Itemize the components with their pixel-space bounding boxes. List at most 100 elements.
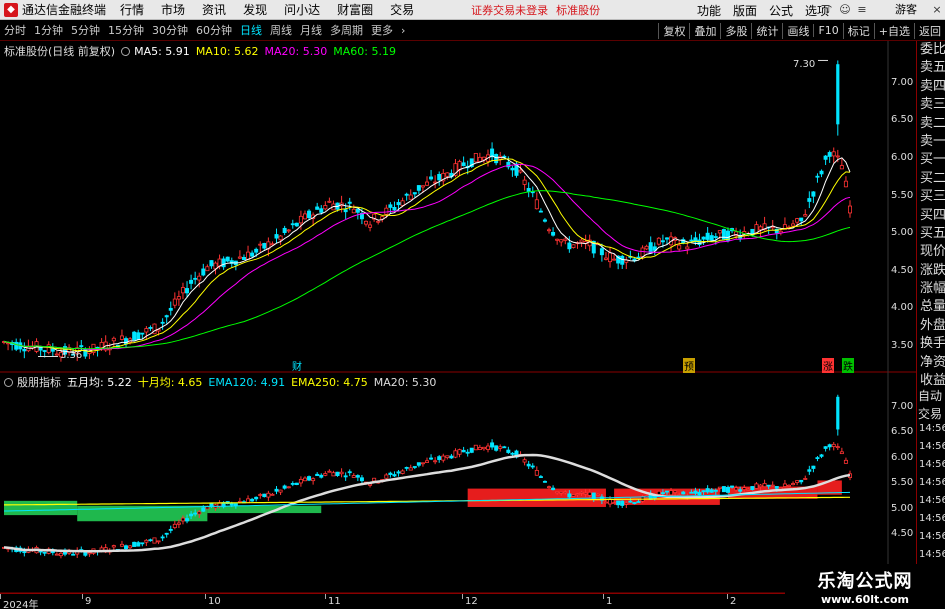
side-item-ask2[interactable]: 卖二: [917, 115, 945, 133]
menu-item-market[interactable]: 市场: [161, 1, 185, 18]
login-status[interactable]: 证券交易未登录: [471, 2, 548, 18]
sub-candle-body: [807, 469, 812, 472]
settings-icon[interactable]: ≡: [855, 0, 869, 20]
side-item-bid5[interactable]: 买五: [917, 225, 945, 243]
period-30min[interactable]: 30分钟: [148, 22, 192, 38]
sub-candle-body: [774, 486, 779, 489]
menu-item-function[interactable]: 功能: [697, 2, 721, 19]
sub-candle-body: [786, 484, 791, 487]
sub-candle-body: [335, 471, 340, 476]
bell-icon[interactable]: ♪: [822, 0, 836, 20]
price-tick: 3.50: [891, 340, 914, 351]
kline-chart[interactable]: [0, 41, 916, 593]
side-item-outer[interactable]: 外盘: [917, 317, 945, 335]
sub-candle-body: [754, 483, 759, 489]
ema120-value: EMA120: 4.91: [208, 375, 286, 389]
candle-body: [803, 214, 808, 217]
close-icon[interactable]: ×: [930, 0, 944, 20]
sub-candle-body: [412, 466, 417, 468]
trade-label[interactable]: 交易: [916, 405, 945, 423]
menu-item-ask[interactable]: 问小达: [284, 1, 320, 18]
period-1min[interactable]: 1分钟: [30, 22, 67, 38]
menu-item-formula[interactable]: 公式: [769, 2, 793, 19]
side-item-bid2[interactable]: 买二: [917, 170, 945, 188]
side-item-turnover[interactable]: 换手: [917, 335, 945, 353]
side-item-ask4[interactable]: 卖四: [917, 78, 945, 96]
tool-adjust-button[interactable]: 复权: [658, 22, 689, 39]
tool-draw-button[interactable]: 画线: [782, 22, 813, 39]
sub-candle-body: [319, 474, 324, 478]
sub-candle-body: [274, 488, 279, 492]
ema120-line: [4, 491, 851, 512]
sub-price-tick: 4.50: [891, 528, 914, 539]
tool-back-button[interactable]: 返回: [914, 22, 945, 39]
tool-f10-button[interactable]: F10: [813, 24, 842, 37]
tool-stats-button[interactable]: 统计: [751, 22, 782, 39]
watermark-title: 乐淘公式网: [817, 571, 913, 592]
auto-label[interactable]: 自动: [916, 387, 945, 405]
stock-name: 标准股份: [556, 3, 601, 17]
sub-candle-body: [469, 447, 474, 453]
guest-label[interactable]: 游客: [895, 0, 917, 20]
forecast-marker[interactable]: 预: [683, 358, 695, 373]
candle-body: [119, 335, 124, 340]
period-minute-chart[interactable]: 分时: [0, 22, 30, 38]
side-item-volume[interactable]: 总量: [917, 298, 945, 316]
period-daily[interactable]: 日线: [236, 22, 266, 38]
user-icon[interactable]: ☺: [838, 0, 852, 20]
sub-candle-body: [571, 494, 576, 497]
period-more[interactable]: 更多: [367, 22, 397, 38]
sub-candle-body: [441, 455, 446, 461]
tool-multi-stock-button[interactable]: 多股: [720, 22, 751, 39]
period-multi[interactable]: 多周期: [326, 22, 367, 38]
sub-candle-body: [172, 523, 177, 529]
period-monthly[interactable]: 月线: [296, 22, 326, 38]
sub-candle-body: [266, 492, 271, 498]
candle-body: [298, 215, 303, 224]
sub-candle-body: [547, 486, 552, 489]
side-item-change-pct[interactable]: 涨幅: [917, 280, 945, 298]
candle-body: [193, 277, 198, 280]
sub-candle-body: [388, 472, 393, 475]
sub-candle-body: [486, 445, 491, 450]
tool-add-favorite-button[interactable]: +自选: [873, 22, 914, 39]
period-15min[interactable]: 15分钟: [104, 22, 148, 38]
side-item-bid1[interactable]: 买一: [917, 151, 945, 169]
menu-item-layout[interactable]: 版面: [733, 2, 757, 19]
side-item-bid-ratio[interactable]: 委比: [917, 41, 945, 59]
ma10-value: MA10: 5.62: [195, 44, 259, 58]
period-5min[interactable]: 5分钟: [67, 22, 104, 38]
candle-body: [282, 227, 287, 233]
chevron-right-icon[interactable]: ›: [397, 24, 409, 37]
menu-item-discover[interactable]: 发现: [243, 1, 267, 18]
sub-candle-body: [286, 486, 291, 489]
menu-item-quotes[interactable]: 行情: [120, 1, 144, 18]
menu-item-news[interactable]: 资讯: [202, 1, 226, 18]
candle-body: [547, 229, 552, 232]
settings-circle-icon[interactable]: [121, 46, 131, 56]
period-60min[interactable]: 60分钟: [192, 22, 236, 38]
tool-mark-button[interactable]: 标记: [842, 22, 874, 39]
side-item-ask3[interactable]: 卖三: [917, 96, 945, 114]
side-item-bid4[interactable]: 买四: [917, 207, 945, 225]
finance-marker[interactable]: 财: [292, 358, 302, 373]
side-item-net-assets[interactable]: 净资: [917, 354, 945, 372]
side-item-price[interactable]: 现价: [917, 243, 945, 261]
side-item-bid3[interactable]: 买三: [917, 188, 945, 206]
ma5-value: MA5: 5.91: [134, 44, 190, 58]
side-item-ask5[interactable]: 卖五: [917, 59, 945, 77]
sub-candle-body: [758, 484, 763, 488]
sub-candle-body: [359, 477, 364, 482]
candle-body: [839, 165, 844, 170]
sub-candle-body: [429, 457, 434, 460]
side-item-ask1[interactable]: 卖一: [917, 133, 945, 151]
menu-item-community[interactable]: 财富圈: [337, 1, 373, 18]
limit-down-marker[interactable]: 跌: [842, 358, 854, 373]
period-weekly[interactable]: 周线: [266, 22, 296, 38]
menu-item-trade[interactable]: 交易: [390, 1, 414, 18]
limit-up-marker[interactable]: 涨: [822, 358, 834, 373]
tool-overlay-button[interactable]: 叠加: [689, 22, 720, 39]
settings-circle-icon[interactable]: [4, 377, 13, 387]
candle-body: [709, 235, 714, 241]
side-item-change[interactable]: 涨跌: [917, 262, 945, 280]
